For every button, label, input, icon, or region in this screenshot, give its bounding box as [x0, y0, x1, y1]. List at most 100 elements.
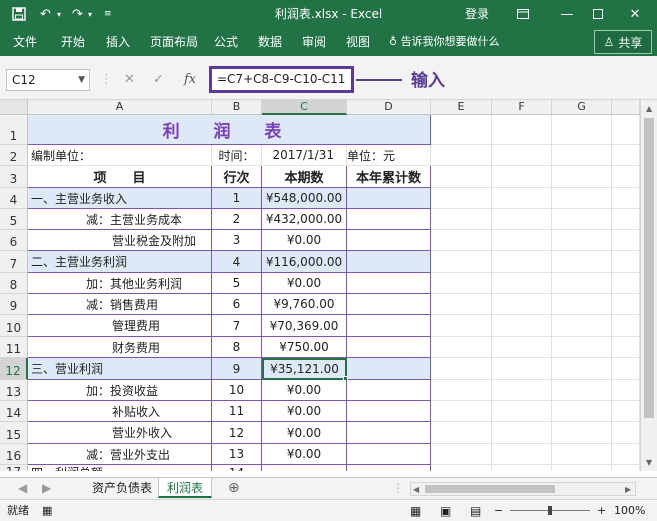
empty-cell[interactable] [612, 358, 640, 380]
ribbon-display-icon[interactable] [508, 0, 538, 28]
empty-cell[interactable] [612, 188, 640, 209]
cell-d17[interactable] [347, 465, 431, 471]
cell-b16[interactable]: 13 [212, 444, 262, 465]
empty-cell[interactable] [552, 230, 612, 251]
empty-cell[interactable] [492, 337, 552, 358]
row-header[interactable]: 8 [0, 273, 28, 294]
row-header[interactable]: 12 [0, 358, 28, 380]
cell-b2[interactable]: 时间： [212, 145, 262, 166]
cell-b10[interactable]: 7 [212, 315, 262, 337]
column-header-d[interactable]: D [347, 100, 431, 115]
column-header-b[interactable]: B [212, 100, 262, 115]
empty-cell[interactable] [612, 166, 640, 188]
empty-cell[interactable] [612, 230, 640, 251]
cell-b11[interactable]: 8 [212, 337, 262, 358]
cell-d4[interactable] [347, 188, 431, 209]
worksheet-grid[interactable]: A B C D E F G 1利 润 表 2 编制单位： 时间： 2017/1/31 单位… [0, 100, 657, 471]
cell-c6[interactable]: ¥0.00 [262, 230, 347, 251]
empty-cell[interactable] [612, 337, 640, 358]
empty-cell[interactable] [552, 188, 612, 209]
empty-cell[interactable] [612, 145, 640, 166]
cell-d10[interactable] [347, 315, 431, 337]
cell-a3[interactable]: 项 目 [28, 166, 212, 188]
cell-d9[interactable] [347, 294, 431, 315]
empty-cell[interactable] [492, 358, 552, 380]
empty-cell[interactable] [431, 230, 492, 251]
empty-cell[interactable] [492, 273, 552, 294]
tab-data[interactable]: 数据 [258, 28, 282, 56]
empty-cell[interactable] [612, 315, 640, 337]
cell-d15[interactable] [347, 422, 431, 444]
empty-cell[interactable] [492, 251, 552, 273]
row-header[interactable]: 11 [0, 337, 28, 358]
formula-input[interactable]: =C7+C8-C9-C10-C11 [209, 66, 354, 93]
cell-b7[interactable]: 4 [212, 251, 262, 273]
cell-b3[interactable]: 行次 [212, 166, 262, 188]
tab-insert[interactable]: 插入 [106, 28, 130, 56]
empty-cell[interactable] [492, 230, 552, 251]
cell-a10[interactable]: 管理费用 [28, 315, 212, 337]
cell-a5[interactable]: 减：主营业务成本 [28, 209, 212, 230]
tab-page-layout[interactable]: 页面布局 [150, 28, 198, 56]
empty-cell[interactable] [492, 115, 552, 145]
cell-c7[interactable]: ¥116,000.00 [262, 251, 347, 273]
empty-cell[interactable] [431, 251, 492, 273]
empty-cell[interactable] [492, 294, 552, 315]
table-title-cell[interactable]: 利 润 表 [28, 115, 431, 145]
column-header-a[interactable]: A [28, 100, 212, 115]
cell-c13[interactable]: ¥0.00 [262, 380, 347, 401]
empty-cell[interactable] [492, 422, 552, 444]
cell-a2[interactable]: 编制单位： [28, 145, 212, 166]
cell-b13[interactable]: 10 [212, 380, 262, 401]
close-icon[interactable]: ✕ [620, 0, 650, 28]
prev-sheet-icon[interactable]: ◀ [18, 478, 27, 498]
empty-cell[interactable] [431, 337, 492, 358]
cell-a16[interactable]: 减：营业外支出 [28, 444, 212, 465]
tab-home[interactable]: 开始 [61, 28, 85, 56]
cell-d6[interactable] [347, 230, 431, 251]
tab-formulas[interactable]: 公式 [214, 28, 238, 56]
chevron-down-icon[interactable]: ▼ [78, 70, 85, 90]
cell-d8[interactable] [347, 273, 431, 294]
cell-a14[interactable]: 补贴收入 [28, 401, 212, 422]
cell-c2[interactable]: 2017/1/31 [262, 145, 347, 166]
select-all-corner[interactable] [0, 100, 28, 115]
empty-cell[interactable] [552, 422, 612, 444]
empty-cell[interactable] [492, 380, 552, 401]
cell-d5[interactable] [347, 209, 431, 230]
cell-c5[interactable]: ¥432,000.00 [262, 209, 347, 230]
empty-cell[interactable] [612, 422, 640, 444]
scroll-down-icon[interactable]: ▼ [646, 458, 652, 467]
empty-cell[interactable] [431, 294, 492, 315]
horizontal-scrollbar[interactable]: ◀ ▶ [410, 482, 636, 496]
cell-b14[interactable]: 11 [212, 401, 262, 422]
sheet-tab-balance[interactable]: 资产负债表 [84, 478, 160, 498]
row-header[interactable]: 10 [0, 315, 28, 337]
empty-cell[interactable] [492, 444, 552, 465]
column-header-c[interactable]: C [262, 100, 347, 115]
add-sheet-icon[interactable]: ⊕ [228, 478, 240, 498]
empty-cell[interactable] [552, 251, 612, 273]
cell-c17[interactable] [262, 465, 347, 471]
empty-cell[interactable] [431, 209, 492, 230]
cell-b8[interactable]: 5 [212, 273, 262, 294]
row-header[interactable]: 13 [0, 380, 28, 401]
zoom-level[interactable]: 100% [614, 500, 645, 521]
empty-cell[interactable] [552, 209, 612, 230]
insert-function-icon[interactable]: fx [184, 69, 196, 91]
empty-cell[interactable] [431, 380, 492, 401]
cell-a11[interactable]: 财务费用 [28, 337, 212, 358]
vertical-scroll-thumb[interactable] [644, 118, 654, 418]
cell-a7[interactable]: 二、主营业务利润 [28, 251, 212, 273]
empty-cell[interactable] [612, 401, 640, 422]
row-header[interactable]: 14 [0, 401, 28, 422]
vertical-scrollbar[interactable]: ▲ ▼ [640, 100, 657, 471]
row-header[interactable]: 17 [0, 465, 28, 471]
cell-b9[interactable]: 6 [212, 294, 262, 315]
cell-a4[interactable]: 一、主营业务收入 [28, 188, 212, 209]
empty-cell[interactable] [552, 337, 612, 358]
cell-c11[interactable]: ¥750.00 [262, 337, 347, 358]
empty-cell[interactable] [431, 115, 492, 145]
row-header[interactable]: 15 [0, 422, 28, 444]
row-header[interactable]: 2 [0, 145, 28, 166]
